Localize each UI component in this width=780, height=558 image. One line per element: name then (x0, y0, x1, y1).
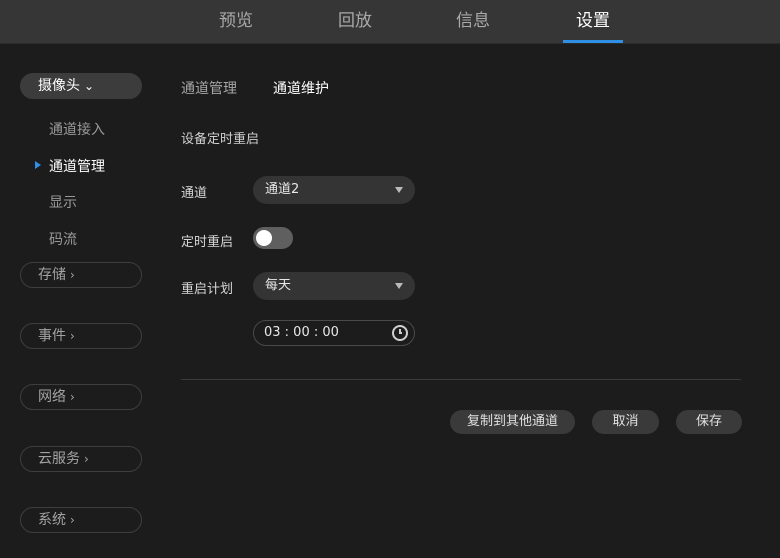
channel-select[interactable]: 通道2 (253, 176, 415, 204)
sidebar-item-channel-management[interactable]: 通道管理 (49, 156, 105, 176)
channel-label: 通道 (181, 186, 208, 201)
tab-info[interactable]: 信息 (443, 0, 503, 43)
sidebar-group-storage[interactable]: 存储 › (20, 262, 142, 288)
clock-icon[interactable] (392, 325, 408, 341)
sidebar-item-stream[interactable]: 码流 (49, 229, 77, 249)
sidebar-group-label: 云服务 (38, 451, 80, 467)
chevron-right-icon: › (70, 268, 75, 282)
save-button[interactable]: 保存 (676, 410, 742, 434)
sidebar-group-camera[interactable]: 摄像头 ⌄ (20, 73, 142, 99)
copy-to-other-channels-button[interactable]: 复制到其他通道 (450, 410, 575, 434)
sidebar-group-label: 网络 (38, 389, 66, 405)
reboot-time-value: 03 : 00 : 00 (264, 325, 339, 340)
chevron-right-icon: › (70, 329, 75, 343)
sidebar-group-label: 摄像头 (38, 78, 80, 94)
sidebar-group-network[interactable]: 网络 › (20, 384, 142, 410)
tab-preview[interactable]: 预览 (206, 0, 266, 43)
divider (181, 379, 741, 380)
reboot-plan-select-value: 每天 (265, 278, 292, 293)
cancel-button[interactable]: 取消 (592, 410, 659, 434)
tab-settings[interactable]: 设置 (563, 0, 623, 43)
tab-playback[interactable]: 回放 (325, 0, 385, 43)
subtab-channel-maintenance[interactable]: 通道维护 (273, 78, 329, 98)
dropdown-arrow-icon (395, 187, 403, 193)
chevron-right-icon: › (70, 513, 75, 527)
reboot-plan-label: 重启计划 (181, 282, 234, 297)
sidebar-group-system[interactable]: 系统 › (20, 507, 142, 533)
dropdown-arrow-icon (395, 283, 403, 289)
active-tab-indicator (563, 40, 623, 43)
subtab-channel-management[interactable]: 通道管理 (181, 78, 237, 98)
scheduled-reboot-label: 定时重启 (181, 235, 234, 250)
sidebar-group-events[interactable]: 事件 › (20, 323, 142, 349)
chevron-right-icon: › (70, 390, 75, 404)
active-item-marker-icon (35, 161, 41, 169)
sidebar-group-label: 系统 (38, 512, 66, 528)
chevron-down-icon: ⌄ (84, 79, 95, 93)
sidebar-item-display[interactable]: 显示 (49, 192, 77, 212)
channel-select-value: 通道2 (265, 182, 300, 197)
sidebar-item-channel-access[interactable]: 通道接入 (49, 119, 105, 139)
sidebar-group-label: 事件 (38, 328, 66, 344)
reboot-plan-select[interactable]: 每天 (253, 272, 415, 300)
chevron-right-icon: › (84, 452, 89, 466)
toggle-knob (256, 230, 272, 246)
sidebar-group-label: 存储 (38, 267, 66, 283)
sidebar-group-cloud-service[interactable]: 云服务 › (20, 446, 142, 472)
top-nav-bar: 预览 回放 信息 设置 (0, 0, 780, 44)
reboot-time-input[interactable]: 03 : 00 : 00 (253, 320, 415, 346)
scheduled-reboot-toggle[interactable] (253, 227, 293, 249)
section-title: 设备定时重启 (181, 132, 260, 147)
